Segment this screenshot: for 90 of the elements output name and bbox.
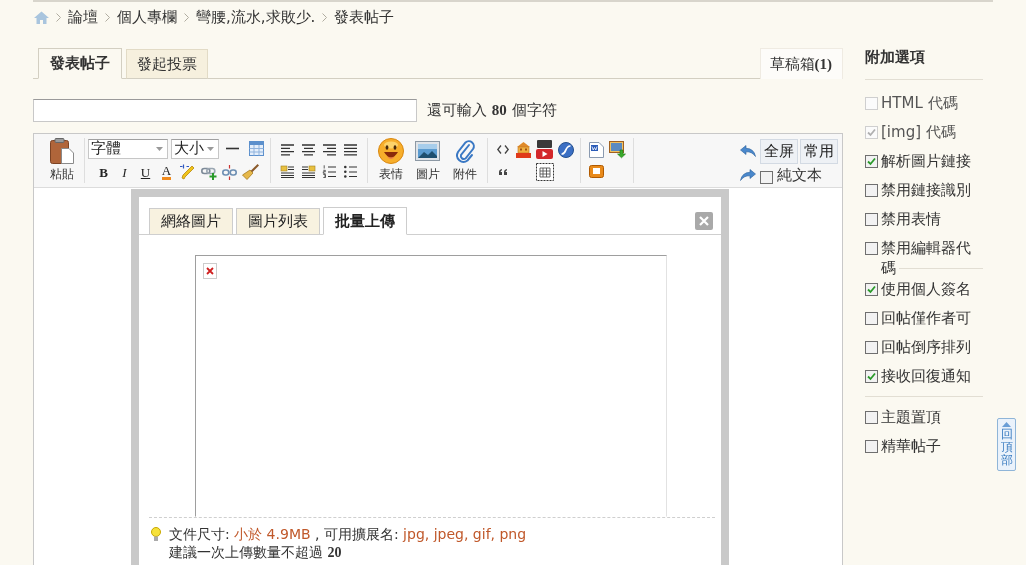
video-icon[interactable] — [536, 140, 553, 159]
upload-limit-text: 建議一次上傳數量不超過 20 — [169, 543, 343, 562]
broken-image-icon — [203, 263, 217, 279]
option-label: 解析圖片鏈接 — [881, 150, 972, 171]
option-label: HTML 代碼 — [881, 92, 959, 113]
toolbar-button[interactable]: 常用 — [800, 138, 838, 164]
option-label: 接收回復通知 — [881, 365, 972, 386]
post-tab[interactable]: 發起投票 — [126, 49, 208, 79]
font-select[interactable]: 字體 — [88, 138, 168, 159]
chevron-icon — [184, 12, 189, 22]
chevron-icon — [105, 12, 110, 22]
plain-text-checkbox[interactable] — [760, 170, 773, 184]
unlink-icon[interactable] — [222, 164, 237, 180]
horizontal-line-icon[interactable] — [226, 147, 239, 150]
dialog-tab[interactable]: 網絡圖片 — [149, 208, 233, 235]
frame-icon[interactable] — [589, 165, 604, 178]
checkbox[interactable] — [865, 369, 878, 383]
brush-icon[interactable] — [242, 164, 259, 180]
checkbox[interactable] — [865, 183, 878, 197]
caret-icon — [156, 146, 163, 151]
document-icon[interactable] — [589, 141, 604, 158]
pencil-icon[interactable] — [179, 164, 196, 180]
swoosh-icon[interactable] — [557, 141, 574, 158]
chevron-icon — [322, 12, 328, 22]
close-icon — [699, 215, 709, 226]
numbered-list-icon[interactable] — [323, 165, 336, 178]
options-title: 附加選項 — [865, 47, 926, 67]
clipboard-icon — [50, 138, 74, 164]
checkbox[interactable] — [865, 439, 878, 453]
breadcrumb-link[interactable]: 彎腰,流水,求敗少. — [196, 7, 316, 27]
option-label: 精華帖子 — [881, 435, 942, 456]
post-tab[interactable]: 發表帖子 — [38, 48, 122, 79]
option-label: 回帖倒序排列 — [881, 336, 972, 357]
option-label: 禁用表情 — [881, 208, 942, 229]
paste-button[interactable]: 粘貼 — [45, 138, 79, 183]
option-label: 使用個人簽名 — [881, 278, 972, 299]
code-icon[interactable] — [496, 145, 509, 154]
building-icon[interactable] — [516, 141, 531, 158]
attachment-button[interactable]: 附件 — [446, 138, 483, 183]
align-left-icon[interactable] — [281, 143, 294, 156]
checkbox[interactable] — [865, 241, 878, 255]
toolbar-button[interactable]: 全屏 — [760, 138, 798, 164]
font-color-button[interactable]: A — [156, 161, 177, 183]
redo-icon[interactable] — [740, 169, 756, 181]
checkbox[interactable] — [865, 282, 878, 296]
align-justify-icon[interactable] — [344, 143, 357, 156]
option-label: 主題置頂 — [881, 406, 942, 427]
breadcrumb-link[interactable]: 個人專欄 — [117, 7, 177, 27]
image-left-icon[interactable] — [281, 165, 294, 178]
caret-icon — [207, 146, 214, 151]
up-triangle-icon — [1002, 422, 1011, 427]
align-center-icon[interactable] — [302, 143, 315, 156]
quote-icon[interactable] — [498, 168, 507, 175]
picture-icon — [415, 141, 440, 161]
option-label: 禁用鏈接識別 — [881, 179, 972, 200]
dialog-tab[interactable]: 圖片列表 — [236, 208, 320, 235]
file-info-text: 文件尺寸: 小於 4.9MB , 可用擴展名: jpg, jpeg, gif, png — [169, 525, 527, 543]
checkbox[interactable] — [865, 212, 878, 226]
paperclip-icon — [454, 139, 475, 163]
breadcrumb-link[interactable]: 發表帖子 — [334, 7, 395, 27]
checkbox[interactable] — [865, 410, 878, 424]
bold-button[interactable]: B — [93, 161, 114, 183]
chevron-icon — [56, 12, 61, 22]
bullet-list-icon[interactable] — [344, 165, 357, 178]
checkbox[interactable] — [865, 340, 878, 354]
table-icon[interactable] — [249, 141, 264, 156]
option-label: 禁用編輯器代碼 — [881, 237, 972, 278]
option-label: [img] 代碼 — [881, 121, 957, 142]
grid-icon[interactable] — [535, 162, 554, 181]
image-button[interactable]: 圖片 — [409, 138, 446, 183]
emoticon-button[interactable]: 表情 — [372, 138, 409, 183]
size-select[interactable]: 大小 — [171, 138, 219, 159]
bulb-icon — [151, 526, 161, 542]
remaining-characters-note: 還可輸入 80 個字符 — [427, 101, 557, 120]
option-label: 回帖僅作者可 — [881, 307, 972, 328]
checkbox[interactable] — [865, 311, 878, 325]
italic-button[interactable]: I — [114, 161, 135, 183]
dialog-tab[interactable]: 批量上傳 — [323, 207, 407, 235]
image-arrow-icon[interactable] — [609, 141, 626, 158]
undo-icon[interactable] — [740, 145, 756, 157]
back-to-top-button[interactable]: 回頂部 — [997, 418, 1016, 471]
drafts-button[interactable]: 草稿箱(1) — [759, 48, 843, 79]
checkbox[interactable] — [865, 154, 878, 168]
title-input[interactable] — [33, 99, 417, 122]
breadcrumb-link[interactable]: 論壇 — [68, 7, 98, 27]
align-right-icon[interactable] — [323, 143, 336, 156]
smiley-icon — [377, 138, 404, 164]
image-right-icon[interactable] — [302, 165, 315, 178]
underline-button[interactable]: U — [135, 161, 156, 183]
plain-text-label: 純文本 — [777, 165, 822, 185]
